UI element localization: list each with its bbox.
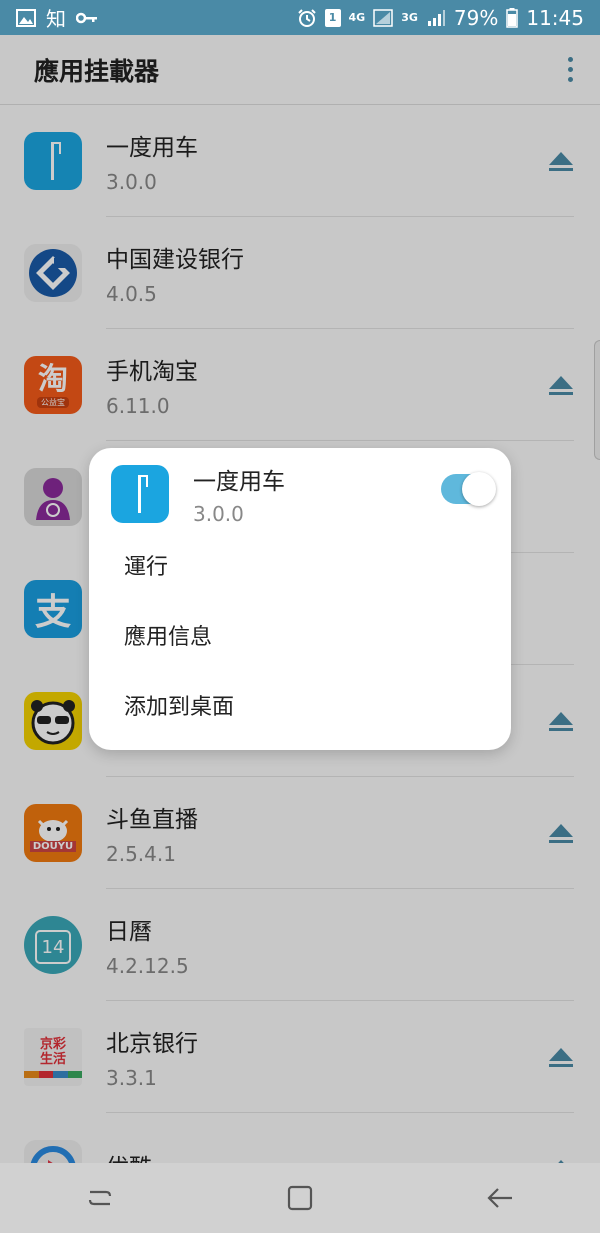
home-icon [287, 1185, 313, 1211]
zhihu-notification-label: 知 [46, 7, 66, 31]
back-arrow-icon [487, 1188, 512, 1208]
network-3g-label: 3G [401, 11, 418, 24]
key-icon [76, 12, 98, 24]
dialog-header: 一度用车 3.0.0 [111, 464, 496, 526]
dialog-app-version: 3.0.0 [193, 502, 244, 526]
battery-percent: 79% [453, 5, 499, 30]
sim-badge: 1 [324, 8, 341, 27]
enable-toggle[interactable] [441, 472, 496, 506]
toggle-knob [462, 472, 496, 506]
recent-apps-button[interactable] [70, 1168, 130, 1228]
add-to-desktop-menu-item[interactable]: 添加到桌面 [124, 685, 234, 725]
alarm-icon [297, 8, 317, 28]
status-bar: 知 1 4G 3G 79% 11:45 [0, 0, 600, 35]
run-menu-item[interactable]: 運行 [124, 545, 168, 585]
signal-bars-icon [426, 9, 446, 27]
back-button[interactable] [470, 1168, 530, 1228]
clock: 11:45 [526, 5, 584, 30]
app-info-menu-item[interactable]: 應用信息 [124, 615, 212, 655]
navigation-bar [0, 1163, 600, 1233]
app-context-dialog: 一度用车 3.0.0 運行 應用信息 添加到桌面 [89, 448, 511, 750]
image-notification-icon [16, 8, 36, 27]
home-button[interactable] [270, 1168, 330, 1228]
dialog-app-name: 一度用车 [193, 469, 285, 495]
network-4g-label: 4G [348, 11, 366, 24]
yidu-car-icon [111, 465, 169, 523]
recent-apps-icon [88, 1190, 112, 1206]
signal-icon [373, 8, 393, 27]
battery-icon [506, 7, 519, 28]
